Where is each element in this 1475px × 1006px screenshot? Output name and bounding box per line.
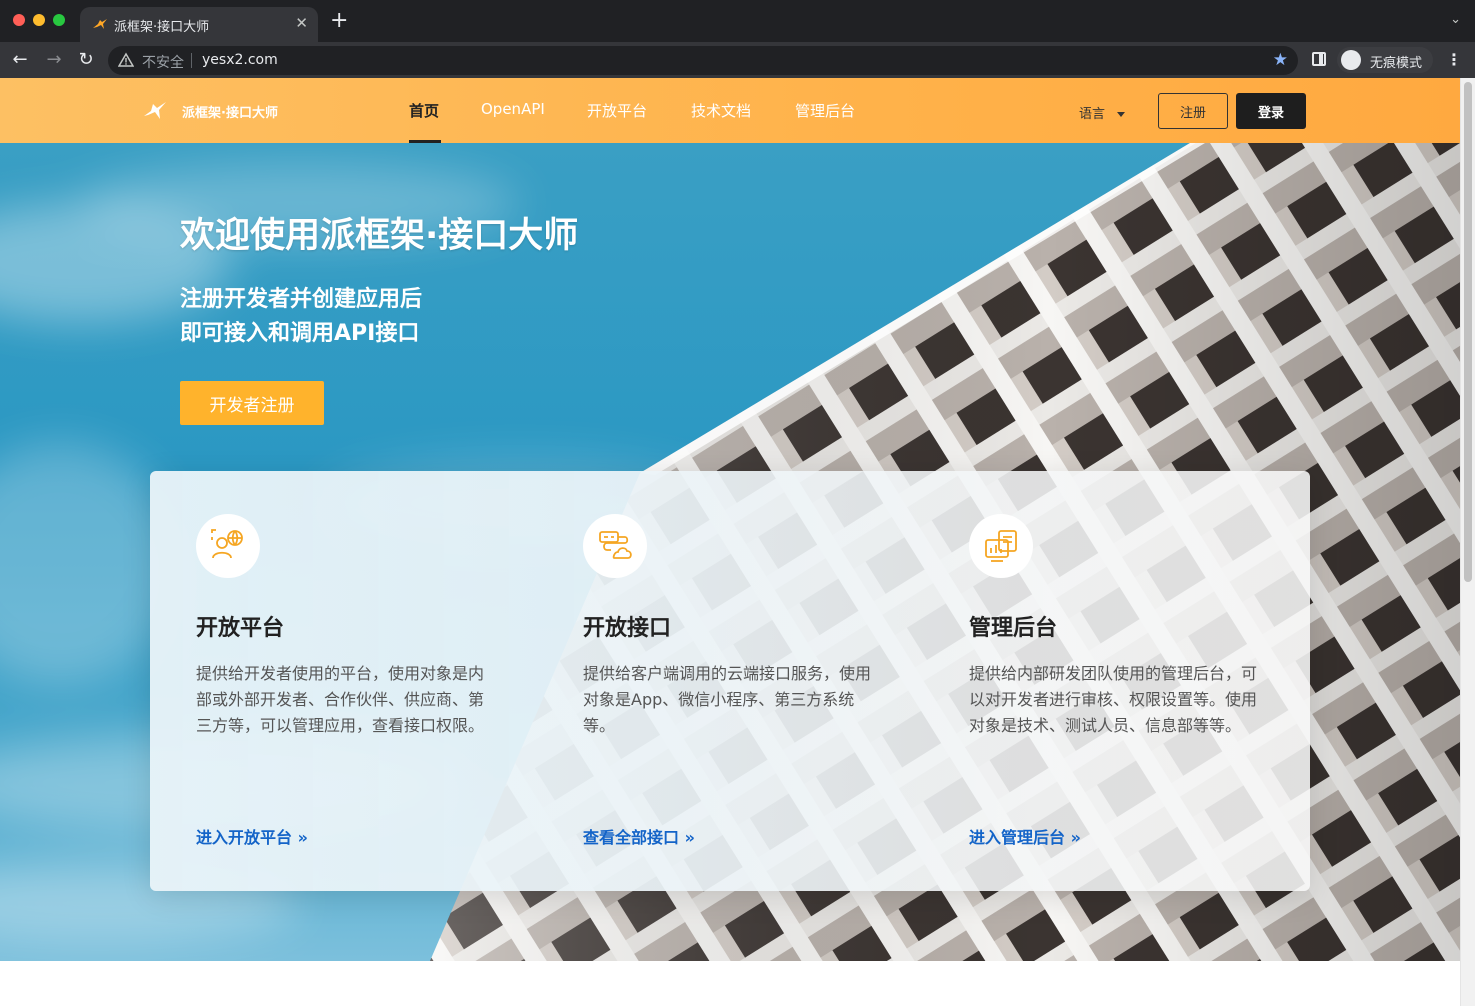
hero-subtitle: 注册开发者并创建应用后 即可接入和调用API接口	[180, 283, 422, 351]
browser-menu-icon[interactable]: ⋮	[1446, 50, 1462, 69]
url-text[interactable]: yesx2.com	[202, 52, 278, 68]
feature-open-api: 开放接口 提供给客户端调用的云端接口服务，使用对象是App、微信小程序、第三方系…	[537, 471, 871, 891]
tab-close-icon[interactable]: ✕	[295, 14, 308, 32]
site-favicon-icon	[93, 19, 107, 29]
feature-description: 提供给开发者使用的平台，使用对象是内部或外部开发者、合作伙伴、供应商、第三方等，…	[196, 664, 485, 735]
nav-tech-docs[interactable]: 技术文档	[691, 100, 751, 121]
nav-openapi[interactable]: OpenAPI	[481, 100, 545, 118]
nav-home[interactable]: 首页	[409, 100, 439, 121]
window-minimize-button[interactable]	[33, 14, 45, 26]
feature-title: 开放平台	[196, 616, 285, 641]
scrollbar-thumb[interactable]	[1464, 82, 1472, 582]
window-close-button[interactable]	[13, 14, 25, 26]
back-arrow-icon[interactable]: ←	[8, 48, 32, 72]
logo-text: 派框架·接口大师	[182, 106, 278, 121]
browser-tab[interactable]: 派框架·接口大师 ✕	[80, 7, 318, 42]
site-logo[interactable]: 派框架·接口大师	[142, 99, 292, 123]
enter-open-platform-link[interactable]: 进入开放平台 »	[196, 824, 308, 848]
feature-open-platform: 开放平台 提供给开发者使用的平台，使用对象是内部或外部开发者、合作伙伴、供应商、…	[150, 471, 484, 891]
forward-arrow-icon[interactable]: →	[42, 48, 66, 72]
incognito-label: 无痕模式	[1370, 56, 1423, 71]
hero-section: 欢迎使用派框架·接口大师 注册开发者并创建应用后 即可接入和调用API接口 开发…	[0, 143, 1460, 961]
site-header: 派框架·接口大师 首页 OpenAPI 开放平台 技术文档 管理后台 语言 注册…	[0, 78, 1460, 143]
page-below-hero	[0, 961, 1460, 1006]
view-all-apis-link[interactable]: 查看全部接口 »	[583, 824, 695, 848]
address-bar[interactable]: 不安全 yesx2.com ★	[108, 46, 1298, 75]
page-viewport: 派框架·接口大师 首页 OpenAPI 开放平台 技术文档 管理后台 语言 注册…	[0, 78, 1460, 1006]
reload-icon[interactable]: ↻	[74, 48, 98, 72]
hero-subtitle-line-2: 即可接入和调用API接口	[180, 321, 420, 346]
login-button[interactable]: 登录	[1236, 93, 1306, 129]
side-panel-icon[interactable]	[1312, 52, 1326, 66]
language-label: 语言	[1079, 107, 1106, 122]
hero-title: 欢迎使用派框架·接口大师	[180, 216, 579, 256]
feature-description: 提供给客户端调用的云端接口服务，使用对象是App、微信小程序、第三方系统等。	[583, 664, 872, 735]
chevron-down-icon	[1117, 112, 1126, 117]
tab-title: 派框架·接口大师	[114, 20, 210, 35]
feature-description: 提供给内部研发团队使用的管理后台，可以对开发者进行审核、权限设置等。使用对象是技…	[969, 664, 1258, 735]
page-scrollbar[interactable]	[1460, 78, 1475, 1006]
feature-title: 开放接口	[583, 616, 672, 641]
browser-window: { "browser": { "tab_title": "派框架·接口大师", …	[0, 0, 1475, 1006]
nav-open-platform[interactable]: 开放平台	[587, 100, 647, 121]
logo-bird-icon	[144, 102, 166, 119]
browser-tab-strip: 派框架·接口大师 ✕ + ⌄	[0, 0, 1475, 42]
developer-register-button[interactable]: 开发者注册	[180, 381, 324, 425]
features-card: 开放平台 提供给开发者使用的平台，使用对象是内部或外部开发者、合作伙伴、供应商、…	[150, 471, 1310, 891]
incognito-icon	[1341, 50, 1361, 70]
insecure-label: 不安全	[142, 55, 184, 71]
browser-toolbar: ← → ↻ 不安全 yesx2.com ★ 无痕模式 ⋮	[0, 42, 1475, 78]
nav-admin[interactable]: 管理后台	[795, 100, 855, 121]
tab-search-chevron-icon[interactable]: ⌄	[1450, 12, 1461, 27]
user-globe-icon	[196, 514, 260, 578]
warning-triangle-icon[interactable]	[118, 52, 134, 68]
feature-title: 管理后台	[969, 616, 1058, 641]
window-zoom-button[interactable]	[53, 14, 65, 26]
incognito-badge[interactable]: 无痕模式	[1337, 47, 1433, 73]
new-tab-button[interactable]: +	[330, 10, 348, 32]
language-dropdown[interactable]: 语言	[1079, 103, 1126, 122]
bookmark-star-icon[interactable]: ★	[1273, 50, 1288, 70]
api-cloud-icon	[583, 514, 647, 578]
hero-subtitle-line-1: 注册开发者并创建应用后	[180, 287, 423, 312]
register-button[interactable]: 注册	[1158, 93, 1228, 129]
dashboard-admin-icon	[969, 514, 1033, 578]
address-separator	[191, 53, 192, 68]
feature-admin-backend: 管理后台 提供给内部研发团队使用的管理后台，可以对开发者进行审核、权限设置等。使…	[923, 471, 1257, 891]
enter-admin-link[interactable]: 进入管理后台 »	[969, 824, 1081, 848]
